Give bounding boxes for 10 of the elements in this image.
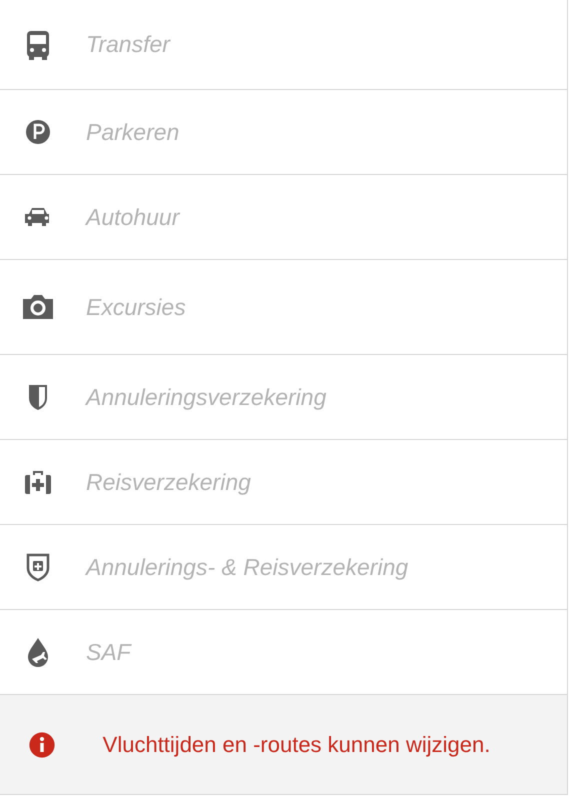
option-label[interactable]: Excursies — [86, 294, 186, 320]
notice-text: Vluchttijden en -routes kunnen wijzigen. — [102, 730, 492, 759]
option-label[interactable]: Annulerings- & Reisverzekering — [86, 554, 408, 580]
option-label[interactable]: SAF — [86, 638, 131, 666]
option-label[interactable]: Annuleringsverzekering — [86, 384, 326, 410]
option-label[interactable]: Transfer — [86, 31, 170, 58]
option-label[interactable]: Reisverzekering — [86, 468, 251, 496]
option-label[interactable]: Parkeren — [86, 118, 180, 146]
info-icon — [28, 730, 56, 758]
option-label[interactable]: Autohuur — [86, 204, 180, 230]
